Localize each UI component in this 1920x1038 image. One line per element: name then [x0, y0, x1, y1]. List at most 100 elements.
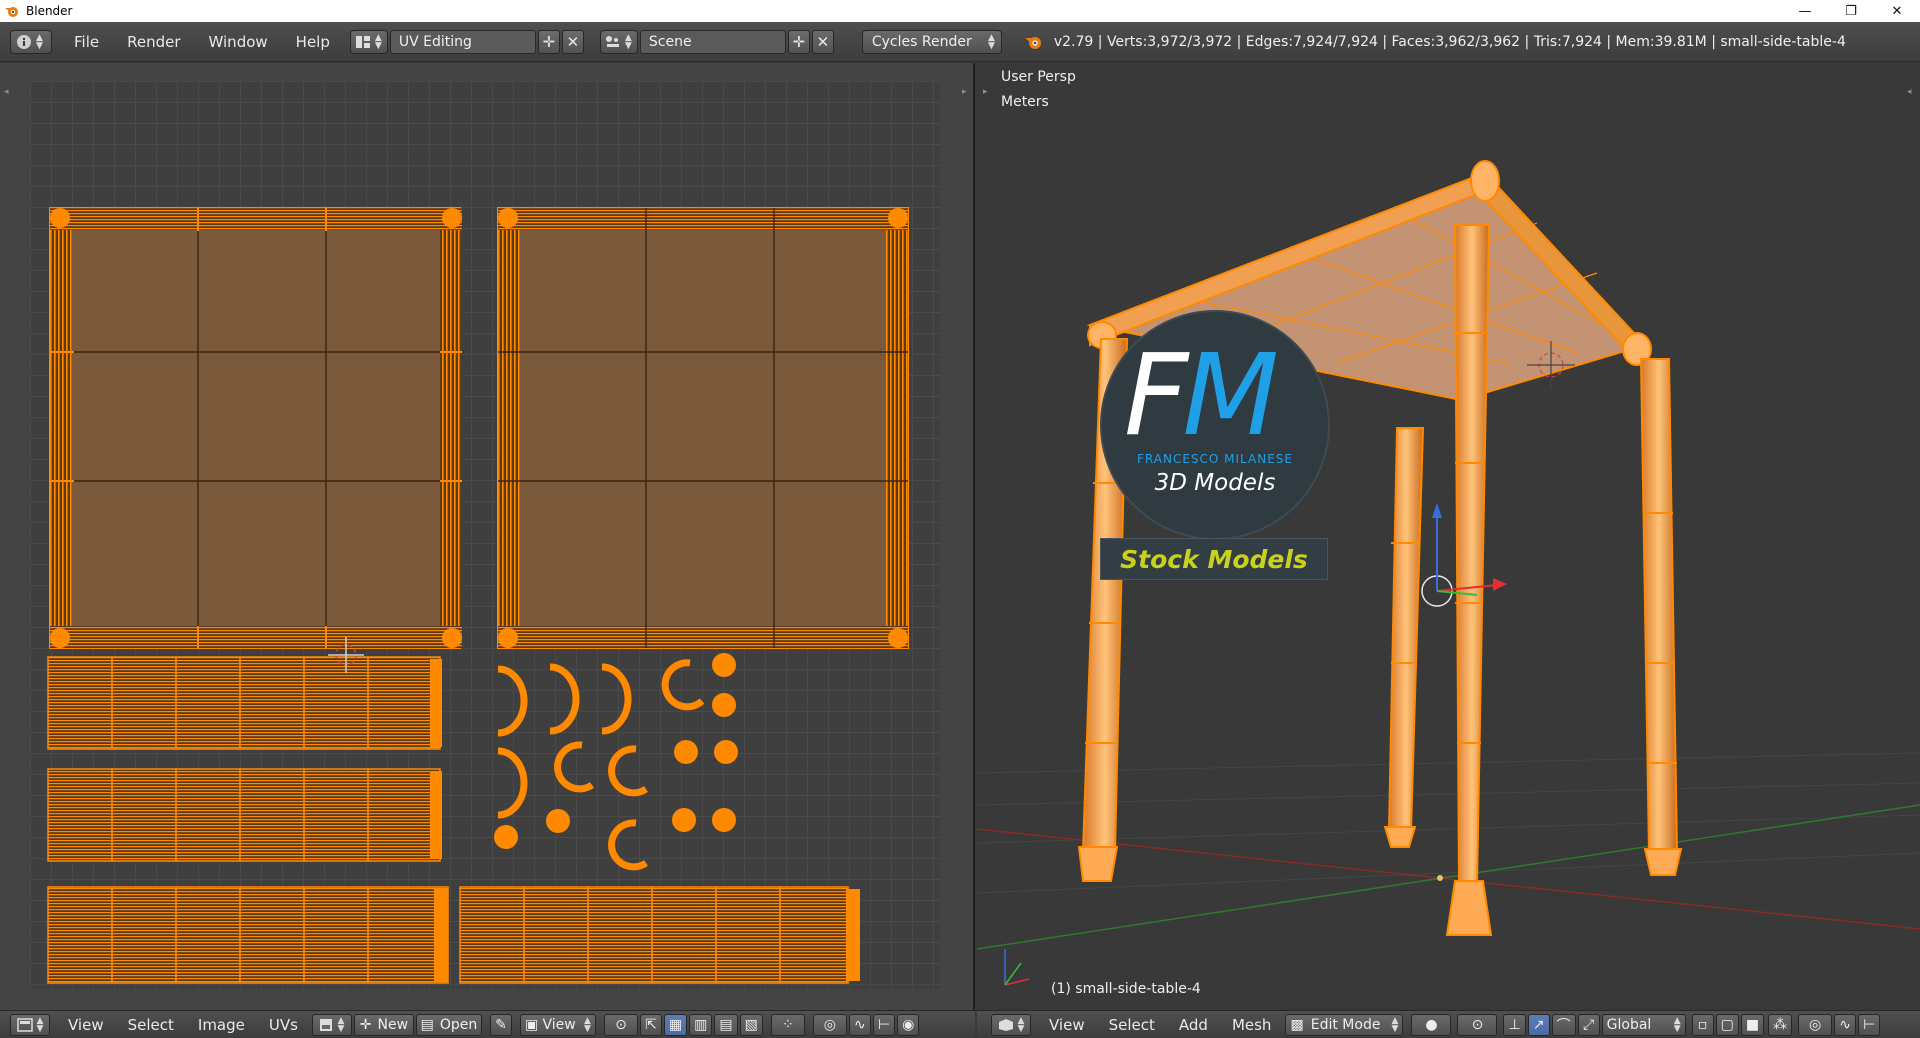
snap-toggle-button[interactable]: ∿ — [848, 1013, 871, 1036]
scale-manipulator-button[interactable]: ⤢ — [1577, 1013, 1600, 1036]
view3d-menu-mesh[interactable]: Mesh — [1220, 1016, 1284, 1034]
close-button[interactable]: ✕ — [1874, 0, 1920, 22]
menu-file[interactable]: File — [60, 22, 113, 62]
window-titlebar: Blender — ❐ ✕ — [0, 0, 1920, 22]
transform-orientation-selector[interactable]: Global ▲ ▼ — [1601, 1013, 1686, 1036]
viewport-shading-selector[interactable]: ● — [1411, 1013, 1452, 1036]
3d-view-icon — [998, 1018, 1013, 1031]
proportional-edit-selector[interactable]: ◎ — [1798, 1013, 1833, 1036]
watermark-logo-subtitle: 3D Models — [1154, 470, 1276, 496]
editor-type-selector[interactable]: ▲ ▼ — [10, 1013, 50, 1036]
blender-logo-icon — [1024, 36, 1041, 49]
snap-toggle-button[interactable]: ∿ — [1834, 1013, 1857, 1036]
manipulator-toggle-button[interactable]: ⊥ — [1503, 1013, 1526, 1036]
updown-icon: ▲ ▼ — [987, 32, 995, 51]
sync-selection-button[interactable]: ⇱ — [639, 1013, 662, 1036]
uv-menu-select[interactable]: Select — [116, 1016, 186, 1034]
uv-image-editor[interactable]: ◂ ▸ — [0, 63, 975, 1010]
uv-menu-uvs[interactable]: UVs — [257, 1016, 310, 1034]
add-scene-button[interactable]: ✛ — [787, 29, 810, 54]
viewport-canvas[interactable] — [977, 63, 1920, 1010]
uv-menu-image[interactable]: Image — [186, 1016, 257, 1034]
menu-window[interactable]: Window — [195, 22, 282, 62]
updown-icon: ▲ ▼ — [1017, 1015, 1025, 1034]
scene-icon — [605, 35, 619, 47]
edge-select-button[interactable]: ▢ — [1715, 1013, 1739, 1036]
plus-icon: ✛ — [359, 1016, 372, 1033]
face-select-button[interactable]: ■ — [1740, 1013, 1765, 1036]
folder-icon: ▤ — [420, 1016, 434, 1033]
island-select-mode-button[interactable]: ▧ — [739, 1013, 763, 1036]
pivot-selector[interactable]: ⊙ — [603, 1013, 638, 1036]
scene-selector[interactable]: ▲ ▼ — [599, 29, 638, 54]
view-mode-selector[interactable]: ▣ View ▲ ▼ — [519, 1013, 596, 1036]
snap-element-selector[interactable]: ⊢ — [872, 1013, 896, 1036]
transform-orientation-label: Global — [1606, 1016, 1652, 1033]
pin-icon[interactable]: ✎ — [489, 1013, 512, 1036]
uv-cap-islands — [497, 659, 705, 871]
uv-island-top-right — [497, 207, 909, 649]
screen-layout-field[interactable]: UV Editing — [389, 29, 536, 54]
render-engine-selector[interactable]: Cycles Render ▲ ▼ — [861, 29, 1002, 54]
view3d-menu-view[interactable]: View — [1037, 1016, 1097, 1034]
translate-manipulator-button[interactable]: ↗ — [1527, 1013, 1550, 1036]
restore-button[interactable]: ❐ — [1828, 0, 1874, 22]
units-label: Meters — [1001, 94, 1049, 110]
view3d-menu-select[interactable]: Select — [1097, 1016, 1167, 1034]
view3d-menu-add[interactable]: Add — [1167, 1016, 1220, 1034]
interaction-mode-selector[interactable]: ▩ Edit Mode ▲ ▼ — [1285, 1013, 1404, 1036]
view-name-label: User Persp — [1001, 69, 1076, 85]
active-object-label: (1) small-side-table-4 — [1051, 981, 1201, 997]
add-screen-button[interactable]: ✛ — [537, 29, 560, 54]
proportional-edit-selector[interactable]: ◎ — [812, 1013, 847, 1036]
interaction-mode-label: Edit Mode — [1310, 1016, 1381, 1033]
new-image-label: New — [377, 1016, 409, 1033]
new-image-button[interactable]: ✛ New — [353, 1013, 414, 1036]
remove-screen-button[interactable]: ✕ — [561, 29, 584, 54]
scene-statistics: v2.79 | Verts:3,972/3,972 | Edges:7,924/… — [1053, 33, 1846, 50]
editor-type-selector[interactable]: ▲ ▼ — [991, 1013, 1031, 1036]
uv-map-canvas[interactable] — [30, 81, 940, 989]
info-icon — [17, 34, 31, 49]
viewport-header: ▲ ▼ View Select Add Mesh ▩ Edit Mode ▲ ▼ ● ⊙… — [977, 1010, 1920, 1038]
updown-icon: ▲ ▼ — [1391, 1015, 1399, 1034]
open-image-button[interactable]: ▤ Open — [415, 1013, 482, 1036]
origin-point-icon — [1437, 875, 1443, 881]
scene-field[interactable]: Scene — [639, 29, 786, 54]
watermark-logo-letters: FM — [1124, 331, 1279, 461]
x-axis-line — [977, 828, 1920, 930]
remove-scene-button[interactable]: ✕ — [811, 29, 834, 54]
minimize-button[interactable]: — — [1782, 0, 1828, 22]
blender-logo-icon — [5, 7, 18, 17]
pivot-point-selector[interactable]: ⊙ — [1457, 1013, 1498, 1036]
region-toggle-icon[interactable]: ▸ — [983, 87, 991, 97]
image-view-icon: ▣ — [524, 1016, 539, 1033]
updown-icon: ▲ ▼ — [624, 32, 632, 51]
uv-channel-icon[interactable]: ◉ — [897, 1013, 920, 1036]
edit-mode-icon: ▩ — [1290, 1016, 1304, 1033]
3d-viewport[interactable]: User Persp Meters (1) small-side-table-4… — [977, 63, 1920, 1010]
face-select-mode-button[interactable]: ▤ — [714, 1013, 738, 1036]
floor-grid — [977, 752, 1920, 894]
axis-orientation-gizmo-icon — [1004, 949, 1030, 986]
menu-render[interactable]: Render — [113, 22, 194, 62]
uv-menu-view[interactable]: View — [56, 1016, 116, 1034]
region-toggle-icon[interactable]: ◂ — [1907, 87, 1915, 97]
region-toggle-icon[interactable]: ◂ — [4, 87, 12, 97]
vertex-select-button[interactable]: ▫ — [1691, 1013, 1714, 1036]
snap-element-selector[interactable]: ⊢ — [1858, 1013, 1881, 1036]
updown-icon: ▲ ▼ — [337, 1015, 345, 1034]
occlude-geometry-button[interactable]: ⁂ — [1768, 1013, 1793, 1036]
region-toggle-icon[interactable]: ▸ — [962, 87, 970, 97]
sticky-selection-selector[interactable]: ⁘ — [770, 1013, 805, 1036]
screen-layout-selector[interactable]: ▲ ▼ — [349, 29, 388, 54]
image-browse-button[interactable]: ▲ ▼ — [311, 1013, 352, 1036]
menu-help[interactable]: Help — [282, 22, 344, 62]
rotate-manipulator-button[interactable]: ⌒ — [1551, 1013, 1576, 1036]
watermark-logo-name: FRANCESCO MILANESE — [1137, 452, 1293, 466]
edge-select-mode-button[interactable]: ▥ — [689, 1013, 713, 1036]
editor-type-selector[interactable]: ▲ ▼ — [10, 29, 52, 54]
layout-icon — [355, 35, 370, 48]
view-mode-label: View — [542, 1016, 576, 1033]
vertex-select-mode-button[interactable]: ▦ — [663, 1013, 688, 1036]
